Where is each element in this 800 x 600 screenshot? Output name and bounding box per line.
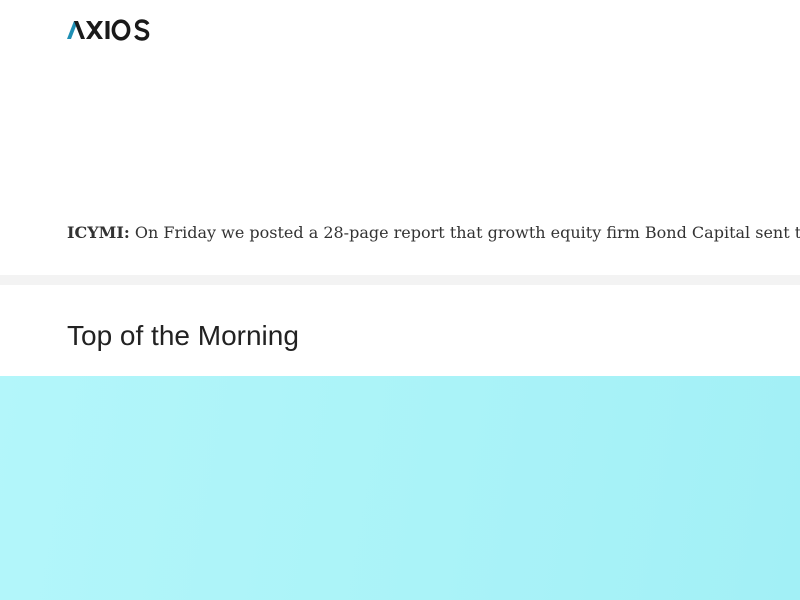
hero-image [0,376,800,600]
section-divider [0,275,800,285]
icymi-text: On Friday we posted a 28-page report tha… [134,223,800,242]
newsletter-page: ICYMI: On Friday we posted a 28-page rep… [0,0,800,600]
section-title: Top of the Morning [67,320,299,351]
axios-logo[interactable] [67,17,151,43]
axios-logo-icon [67,19,150,41]
icymi-paragraph: ICYMI: On Friday we posted a 28-page rep… [67,222,800,244]
icymi-label: ICYMI: [67,223,130,242]
